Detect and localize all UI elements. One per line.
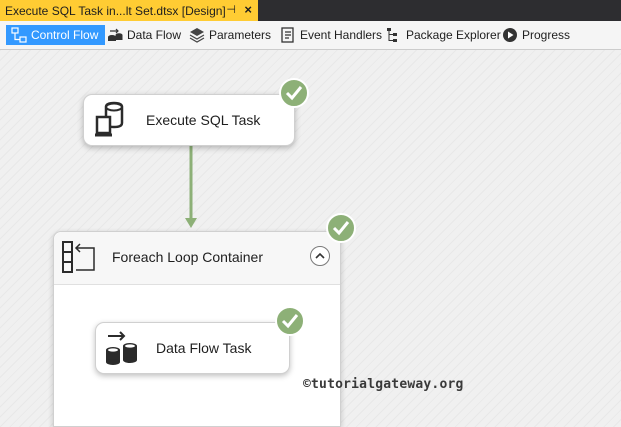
- package-explorer-icon: [387, 28, 397, 42]
- tab-label: Parameters: [209, 28, 272, 42]
- chevron-up-icon: [315, 252, 325, 259]
- parameters-icon: [189, 28, 205, 43]
- designer-tab-bar: Control Flow Data Flow Parameters Event …: [0, 21, 621, 50]
- tab-label: Data Flow: [127, 28, 182, 42]
- execute-sql-task-label: Execute SQL Task: [146, 112, 261, 128]
- tab-control-flow[interactable]: Control Flow: [6, 25, 106, 45]
- tab-label: Control Flow: [31, 28, 99, 42]
- data-flow-task-icon: [106, 331, 137, 365]
- event-handlers-icon: [281, 27, 294, 43]
- data-flow-task-label: Data Flow Task: [156, 340, 252, 356]
- tab-progress[interactable]: Progress: [502, 25, 570, 45]
- close-icon[interactable]: ×: [244, 2, 252, 17]
- tab-parameters[interactable]: Parameters: [189, 25, 271, 45]
- precedence-constraint-arrow[interactable]: [180, 140, 204, 232]
- document-tab-title: Execute SQL Task in...lt Set.dtsx [Desig…: [5, 3, 226, 18]
- document-tab[interactable]: Execute SQL Task in...lt Set.dtsx [Desig…: [0, 0, 258, 21]
- tab-event-handlers[interactable]: Event Handlers: [280, 25, 382, 45]
- data-flow-task[interactable]: Data Flow Task: [95, 322, 290, 374]
- success-check-icon: [279, 78, 309, 108]
- pin-icon[interactable]: ⊣: [226, 3, 236, 16]
- collapse-button[interactable]: [310, 246, 330, 266]
- tab-data-flow[interactable]: Data Flow: [107, 25, 181, 45]
- success-check-icon: [326, 213, 356, 243]
- execute-sql-icon: [95, 101, 124, 137]
- document-tab-strip: Execute SQL Task in...lt Set.dtsx [Desig…: [0, 0, 621, 21]
- tab-label: Package Explorer: [406, 28, 501, 42]
- control-flow-icon: [11, 27, 27, 43]
- foreach-loop-container-label: Foreach Loop Container: [112, 249, 263, 265]
- tab-package-explorer[interactable]: Package Explorer: [386, 25, 501, 45]
- execute-sql-task[interactable]: Execute SQL Task: [83, 94, 295, 146]
- tab-label: Progress: [522, 28, 571, 42]
- watermark: ©tutorialgateway.org: [303, 377, 464, 392]
- foreach-loop-icon: [62, 241, 95, 273]
- container-header[interactable]: Foreach Loop Container: [54, 232, 340, 285]
- data-flow-icon: [108, 28, 123, 41]
- progress-icon: [503, 28, 517, 42]
- success-check-icon: [275, 306, 305, 336]
- tab-label: Event Handlers: [300, 28, 383, 42]
